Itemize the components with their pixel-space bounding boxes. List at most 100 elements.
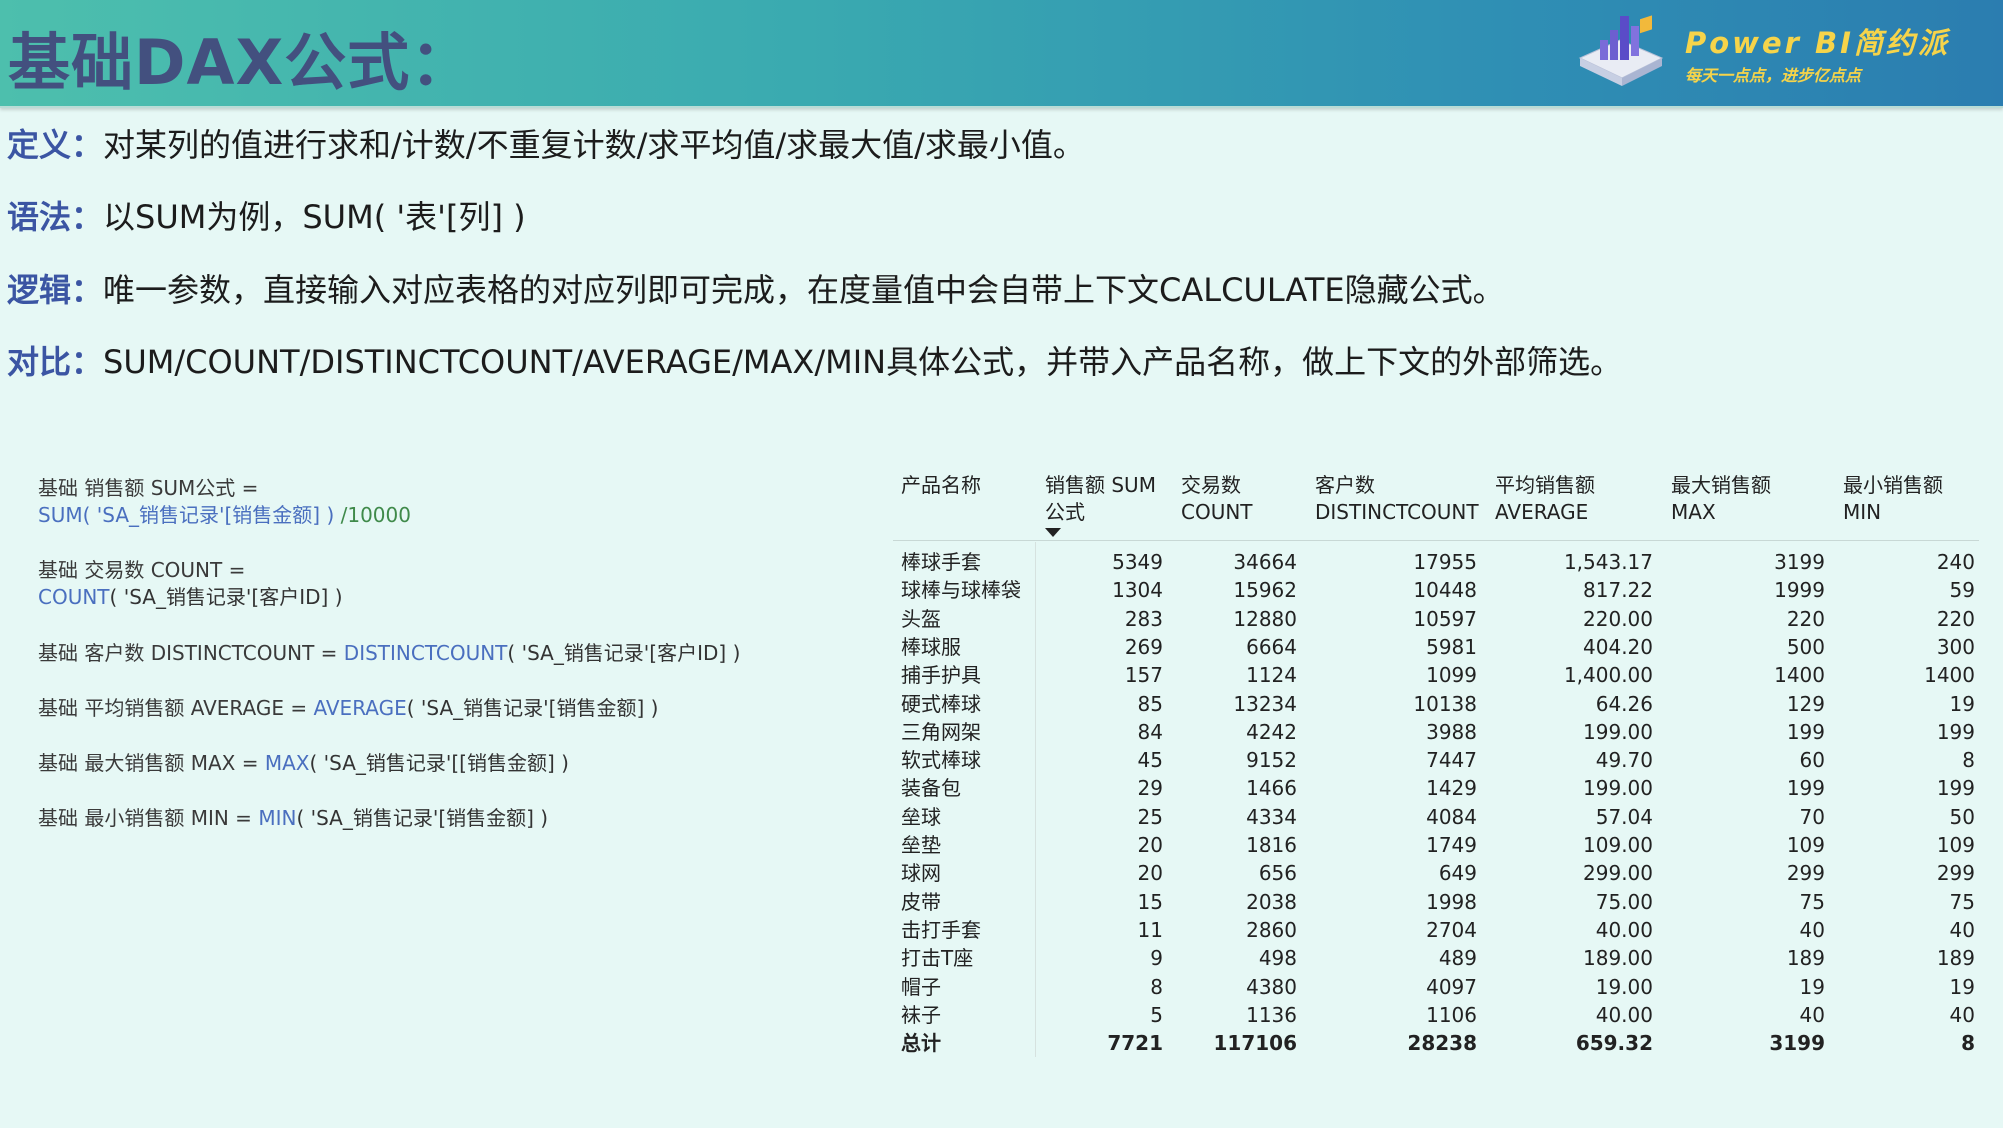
logic-line: 逻辑：唯一参数，直接输入对应表格的对应列即可完成，在度量值中会自带上下文CALC… — [7, 265, 1505, 311]
product-name-cell: 垒垫 — [901, 833, 941, 857]
value-cell: 5349 — [1112, 550, 1163, 574]
value-cell: 45 — [1137, 748, 1163, 773]
sort-descending-icon[interactable] — [1045, 528, 1061, 537]
value-cell: 199 — [1786, 776, 1825, 801]
value-cell: 659.32 — [1575, 1031, 1653, 1056]
definition-text: 对某列的值进行求和/计数/不重复计数/求平均值/求最大值/求最小值。 — [103, 126, 1085, 164]
total-row[interactable]: 总计 7721 117106 28238 659.32 3199 8 — [893, 1029, 1979, 1057]
table-row[interactable]: 皮带 15 2038 1998 75.00 75 75 — [893, 888, 1979, 916]
compare-text: SUM/COUNT/DISTINCTCOUNT/AVERAGE/MAX/MIN具… — [103, 343, 1623, 381]
value-cell: 500 — [1786, 634, 1825, 659]
formula-function: COUNT — [38, 585, 110, 609]
table-row[interactable]: 球棒与球棒袋 1304 15962 10448 817.22 1999 59 — [893, 576, 1979, 604]
table-row[interactable]: 软式棒球 45 9152 7447 49.70 60 8 — [893, 746, 1979, 774]
column-header[interactable]: 平均销售额 AVERAGE — [1495, 472, 1595, 526]
value-cell: 40 — [1799, 1002, 1825, 1027]
value-cell: 70 — [1799, 804, 1825, 829]
column-header[interactable]: 最大销售额 MAX — [1671, 472, 1771, 526]
formula-average: 基础 平均销售额 AVERAGE = AVERAGE( 'SA_销售记录'[销售… — [38, 692, 658, 721]
formula-argument: ( 'SA_销售记录'[客户ID] ) — [507, 641, 741, 665]
logo: Power BI简约派 每天一点点，进步亿点点 — [1570, 6, 1990, 98]
syntax-key: 语法： — [7, 198, 104, 236]
table-row[interactable]: 硬式棒球 85 13234 10138 64.26 129 19 — [893, 690, 1979, 718]
value-cell: 299 — [1786, 861, 1825, 886]
value-cell: 85 — [1137, 691, 1163, 716]
logic-text: 唯一参数，直接输入对应表格的对应列即可完成，在度量值中会自带上下文CALCULA… — [103, 271, 1505, 309]
formula-argument: ( 'SA_销售记录'[销售金额] ) — [296, 806, 549, 830]
value-cell: 15 — [1137, 889, 1163, 914]
value-cell: 1749 — [1426, 833, 1477, 857]
formula-distinctcount: 基础 客户数 DISTINCTCOUNT = DISTINCTCOUNT( 'S… — [38, 637, 740, 666]
formula-argument: ( 'SA_销售记录'[销售金额] ) — [406, 696, 659, 720]
value-cell: 40 — [1799, 917, 1825, 942]
formula-prefix: 基础 最小销售额 MIN = — [38, 806, 259, 830]
formula-min: 基础 最小销售额 MIN = MIN( 'SA_销售记录'[销售金额] ) — [38, 802, 548, 831]
value-cell: 1,400.00 — [1563, 663, 1653, 688]
value-cell: 10448 — [1413, 578, 1477, 603]
syntax-line: 语法：以SUM为例，SUM( '表'[列] ) — [7, 192, 526, 238]
value-cell: 117106 — [1213, 1031, 1298, 1056]
page-title: 基础DAX公式： — [8, 26, 474, 99]
table-row[interactable]: 三角网架 84 4242 3988 199.00 199 199 — [893, 718, 1979, 746]
value-cell: 17955 — [1413, 550, 1477, 574]
value-cell: 1106 — [1426, 1002, 1477, 1027]
formula-max: 基础 最大销售额 MAX = MAX( 'SA_销售记录'[[销售金额] ) — [38, 747, 569, 776]
value-cell: 4242 — [1246, 719, 1297, 744]
table-row[interactable]: 球网 20 656 649 299.00 299 299 — [893, 859, 1979, 887]
value-cell: 109.00 — [1583, 833, 1653, 857]
value-cell: 40.00 — [1595, 1002, 1653, 1027]
column-header[interactable]: 最小销售额 MIN — [1843, 472, 1943, 526]
table-row[interactable]: 垒球 25 4334 4084 57.04 70 50 — [893, 803, 1979, 831]
table-row[interactable]: 袜子 5 1136 1106 40.00 40 40 — [893, 1001, 1979, 1029]
table-row[interactable]: 棒球手套 5349 34664 17955 1,543.17 3199 240 — [893, 548, 1979, 576]
table-row[interactable]: 打击T座 9 498 489 189.00 189 189 — [893, 944, 1979, 972]
formula-argument: ( 'SA_销售记录'[销售金额] ) — [82, 503, 335, 527]
column-header[interactable]: 交易数 COUNT — [1181, 472, 1253, 526]
value-cell: 6664 — [1246, 634, 1297, 659]
value-cell: 34664 — [1233, 550, 1297, 574]
product-name-cell: 棒球服 — [901, 634, 961, 659]
formula-function: AVERAGE — [313, 696, 407, 720]
value-cell: 498 — [1258, 946, 1297, 971]
value-cell: 109 — [1786, 833, 1825, 857]
table-row[interactable]: 击打手套 11 2860 2704 40.00 40 40 — [893, 916, 1979, 944]
product-name-cell: 皮带 — [901, 889, 941, 914]
value-cell: 157 — [1124, 663, 1163, 688]
formula-prefix: 基础 客户数 DISTINCTCOUNT = — [38, 641, 344, 665]
value-cell: 49.70 — [1595, 748, 1653, 773]
table-row[interactable]: 棒球服 269 6664 5981 404.20 500 300 — [893, 633, 1979, 661]
product-name-cell: 装备包 — [901, 776, 961, 801]
formula-function: MAX — [264, 751, 310, 775]
table-row[interactable]: 头盔 283 12880 10597 220.00 220 220 — [893, 605, 1979, 633]
value-cell: 1,543.17 — [1563, 550, 1653, 574]
table-row[interactable]: 捕手护具 157 1124 1099 1,400.00 1400 1400 — [893, 661, 1979, 689]
value-cell: 656 — [1258, 861, 1297, 886]
column-header[interactable]: 销售额 SUM 公式 — [1045, 472, 1156, 526]
value-cell: 5 — [1150, 1002, 1163, 1027]
value-cell: 220 — [1786, 606, 1825, 631]
table-row[interactable]: 垒垫 20 1816 1749 109.00 109 109 — [893, 831, 1979, 859]
column-header[interactable]: 产品名称 — [901, 472, 981, 499]
logo-chart-icon — [1578, 15, 1664, 86]
table-row[interactable]: 装备包 29 1466 1429 199.00 199 199 — [893, 774, 1979, 802]
table-row[interactable]: 帽子 8 4380 4097 19.00 19 19 — [893, 973, 1979, 1001]
column-header-line1: 产品名称 — [901, 473, 981, 497]
formula-argument: ( 'SA_销售记录'[[销售金额] ) — [309, 751, 569, 775]
value-cell: 8 — [1150, 974, 1163, 999]
value-cell: 300 — [1936, 634, 1975, 659]
value-cell: 299.00 — [1583, 861, 1653, 886]
value-cell: 10597 — [1413, 606, 1477, 631]
formula-count-name: 基础 交易数 COUNT = — [38, 558, 246, 582]
product-name-cell: 袜子 — [901, 1002, 941, 1027]
value-cell: 199 — [1936, 719, 1975, 744]
value-cell: 1429 — [1426, 776, 1477, 801]
column-header[interactable]: 客户数 DISTINCTCOUNT — [1315, 472, 1479, 526]
value-cell: 9 — [1150, 946, 1163, 971]
product-name-cell: 球网 — [901, 861, 941, 886]
column-header-line2: COUNT — [1181, 500, 1253, 524]
logo-brand: Power BI简约派 — [1685, 26, 1950, 60]
value-cell: 25 — [1137, 804, 1163, 829]
value-cell: 1304 — [1112, 578, 1163, 603]
value-cell: 40.00 — [1595, 917, 1653, 942]
product-name-cell: 三角网架 — [901, 719, 981, 744]
